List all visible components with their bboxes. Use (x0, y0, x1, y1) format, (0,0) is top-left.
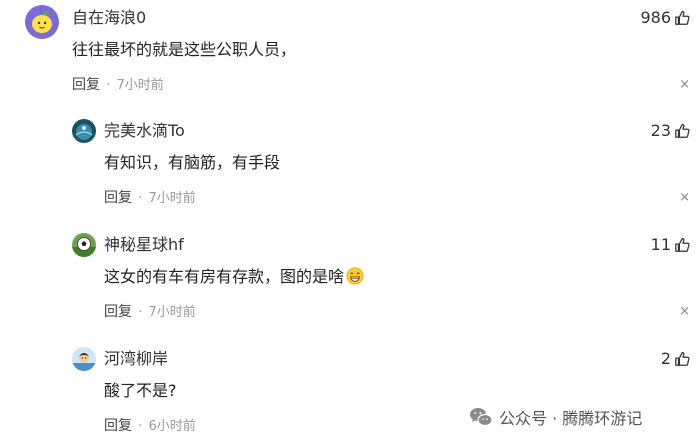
separator-dot: · (106, 77, 111, 93)
comment-username[interactable]: 完美水滴To (104, 121, 185, 141)
comment-meta: 回复 · 7小时前 (104, 303, 196, 322)
thumbs-up-icon (675, 123, 690, 138)
thumbs-up-icon (675, 10, 690, 25)
close-icon[interactable]: × (679, 77, 690, 93)
like-count: 23 (650, 121, 671, 140)
like-button[interactable]: 986 (640, 8, 692, 28)
comment-text-body: 这女的有车有房有存款，图的是啥 (104, 267, 345, 286)
reply-button[interactable]: 回复 (104, 418, 132, 434)
comment-username[interactable]: 神秘星球hf (104, 235, 184, 255)
watermark: 公众号 · 腾腾环游记 (469, 405, 642, 429)
reply-button[interactable]: 回复 (72, 77, 100, 93)
grinning-face-emoji-icon (346, 267, 364, 285)
close-icon[interactable]: × (679, 304, 690, 320)
reply-button[interactable]: 回复 (104, 190, 132, 206)
comment-time: 7小时前 (148, 305, 196, 320)
water-drop-avatar-icon[interactable] (72, 119, 96, 143)
comment-meta: 回复 · 7小时前 (72, 76, 164, 95)
wechat-icon (470, 408, 493, 427)
comment-username[interactable]: 自在海浪0 (72, 8, 146, 28)
like-count: 11 (650, 235, 671, 254)
comment-text: 这女的有车有房有存款，图的是啥 (104, 266, 364, 288)
like-button[interactable]: 11 (651, 235, 692, 255)
comment-time: 7小时前 (148, 191, 196, 206)
lemon-avatar-icon[interactable] (25, 5, 59, 39)
separator-dot: · (138, 304, 143, 320)
thumbs-up-icon (675, 351, 690, 366)
thumbs-up-icon (675, 237, 690, 252)
soccer-avatar-icon[interactable] (72, 233, 96, 257)
like-count: 986 (640, 8, 671, 27)
separator-dot: · (138, 418, 143, 434)
comment-text: 酸了不是? (104, 381, 177, 400)
reply-button[interactable]: 回复 (104, 304, 132, 320)
child-avatar-icon[interactable] (72, 347, 96, 371)
like-button[interactable]: 2 (661, 349, 692, 369)
separator-dot: · (138, 190, 143, 206)
comment-text: 往往最坏的就是这些公职人员， (72, 40, 297, 59)
watermark-text: 公众号 · 腾腾环游记 (499, 409, 643, 428)
comment-time: 7小时前 (116, 78, 164, 93)
like-count: 2 (660, 349, 671, 368)
comment-time: 6小时前 (148, 419, 196, 434)
close-icon[interactable]: × (679, 190, 690, 206)
comment-text: 有知识，有脑筋，有手段 (104, 153, 281, 172)
comment-username[interactable]: 河湾柳岸 (104, 349, 168, 369)
comment-meta: 回复 · 7小时前 (104, 189, 196, 208)
comment-meta: 回复 · 6小时前 (104, 417, 196, 436)
like-button[interactable]: 23 (651, 121, 692, 141)
